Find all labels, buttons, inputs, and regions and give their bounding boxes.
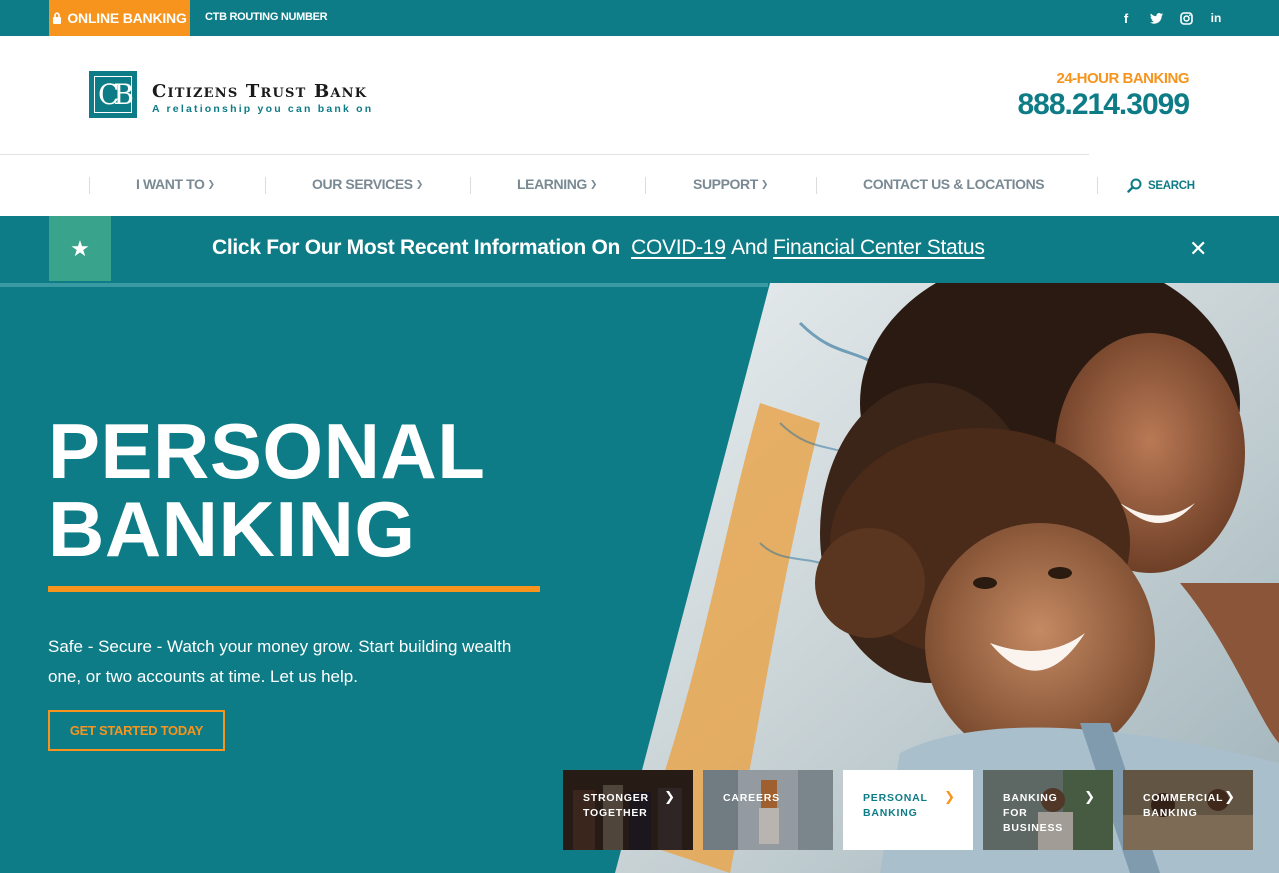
nav-divider xyxy=(89,177,90,194)
hours-label: 24-HOUR BANKING xyxy=(1056,70,1189,87)
logo-monogram: CB xyxy=(89,71,137,118)
nav-contact-locations[interactable]: CONTACT US & LOCATIONS xyxy=(863,176,1045,192)
chevron-down-icon: ❯ xyxy=(207,178,215,189)
nav-label: OUR SERVICES xyxy=(312,176,413,192)
close-icon[interactable]: ✕ xyxy=(1189,236,1207,262)
nav-divider xyxy=(265,177,266,194)
nav-label: CONTACT US & LOCATIONS xyxy=(863,176,1045,192)
tile-label: PERSONAL BANKING xyxy=(863,792,928,819)
chevron-right-icon: ❯ xyxy=(1224,789,1235,804)
alert-lead: Click For Our Most Recent Information On xyxy=(212,236,621,259)
logo-name: Citizens Trust Bank xyxy=(152,81,368,102)
header-divider xyxy=(0,154,1089,155)
tile-commercial-banking[interactable]: COMMERCIAL BANKING ❯ xyxy=(1123,770,1253,850)
nav-i-want-to[interactable]: I WANT TO ❯ xyxy=(136,176,215,192)
logo-tagline: A relationship you can bank on xyxy=(152,103,374,115)
instagram-icon[interactable] xyxy=(1177,9,1195,27)
nav-support[interactable]: SUPPORT ❯ xyxy=(693,176,768,192)
alert-edge xyxy=(0,283,768,287)
tile-label: COMMERCIAL BANKING xyxy=(1143,792,1224,819)
alert-banner: ★ Click For Our Most Recent Information … xyxy=(0,216,1279,283)
chevron-down-icon: ❯ xyxy=(589,178,598,189)
online-banking-button[interactable]: ONLINE BANKING xyxy=(49,0,190,36)
search-label: SEARCH xyxy=(1148,179,1195,192)
hero-divider xyxy=(48,586,540,592)
nav-label: SUPPORT xyxy=(693,176,758,192)
chevron-right-icon: ❯ xyxy=(1084,789,1095,804)
alert-message: Click For Our Most Recent Information On… xyxy=(212,236,985,260)
phone-number[interactable]: 888.214.3099 xyxy=(1017,88,1190,122)
nav-divider xyxy=(470,177,471,194)
nav-label: LEARNING xyxy=(517,176,587,192)
search-icon xyxy=(1127,178,1142,193)
search-button[interactable]: SEARCH xyxy=(1127,178,1195,193)
linkedin-icon[interactable]: in xyxy=(1207,9,1225,27)
tile-label: CAREERS xyxy=(723,792,780,804)
chevron-right-icon: ❯ xyxy=(664,789,675,804)
twitter-icon[interactable] xyxy=(1147,9,1165,27)
utility-bar: ONLINE BANKING CTB ROUTING NUMBER f in xyxy=(0,0,1279,36)
tile-personal-banking[interactable]: PERSONAL BANKING ❯ xyxy=(843,770,973,850)
tile-photo xyxy=(703,770,833,850)
tile-stronger-together[interactable]: STRONGER TOGETHER ❯ xyxy=(563,770,693,850)
hero-description: Safe - Secure - Watch your money grow. S… xyxy=(48,637,512,686)
nav-our-services[interactable]: OUR SERVICES ❯ xyxy=(312,176,423,192)
facebook-icon[interactable]: f xyxy=(1117,9,1135,27)
alert-and: And xyxy=(731,236,768,259)
nav-divider xyxy=(1097,177,1098,194)
chevron-down-icon: ❯ xyxy=(415,178,424,189)
hero-title-line1: PERSONAL xyxy=(48,407,486,495)
star-icon: ★ xyxy=(49,216,111,281)
tile-banking-for-business[interactable]: BANKING FOR BUSINESS ❯ xyxy=(983,770,1113,850)
chevron-right-icon: ❯ xyxy=(944,789,955,804)
nav-divider xyxy=(816,177,817,194)
hero-title-line2: BANKING xyxy=(48,485,416,573)
nav-label: I WANT TO xyxy=(136,176,205,192)
hero-title: PERSONAL BANKING xyxy=(48,412,485,568)
get-started-button[interactable]: GET STARTED TODAY xyxy=(48,710,225,751)
tile-label: STRONGER TOGETHER xyxy=(583,792,649,819)
nav-learning[interactable]: LEARNING ❯ xyxy=(517,176,597,192)
tile-careers[interactable]: CAREERS xyxy=(703,770,833,850)
routing-number-link[interactable]: CTB ROUTING NUMBER xyxy=(205,11,328,23)
chevron-down-icon: ❯ xyxy=(760,178,769,189)
online-banking-label: ONLINE BANKING xyxy=(67,10,187,26)
covid-link[interactable]: COVID-19 xyxy=(631,236,726,259)
lock-icon xyxy=(53,12,62,24)
financial-center-status-link[interactable]: Financial Center Status xyxy=(773,236,985,259)
bank-logo[interactable]: CB Citizens Trust Bank A relationship yo… xyxy=(89,71,373,118)
tile-label: BANKING FOR BUSINESS xyxy=(1003,792,1064,834)
nav-divider xyxy=(645,177,646,194)
